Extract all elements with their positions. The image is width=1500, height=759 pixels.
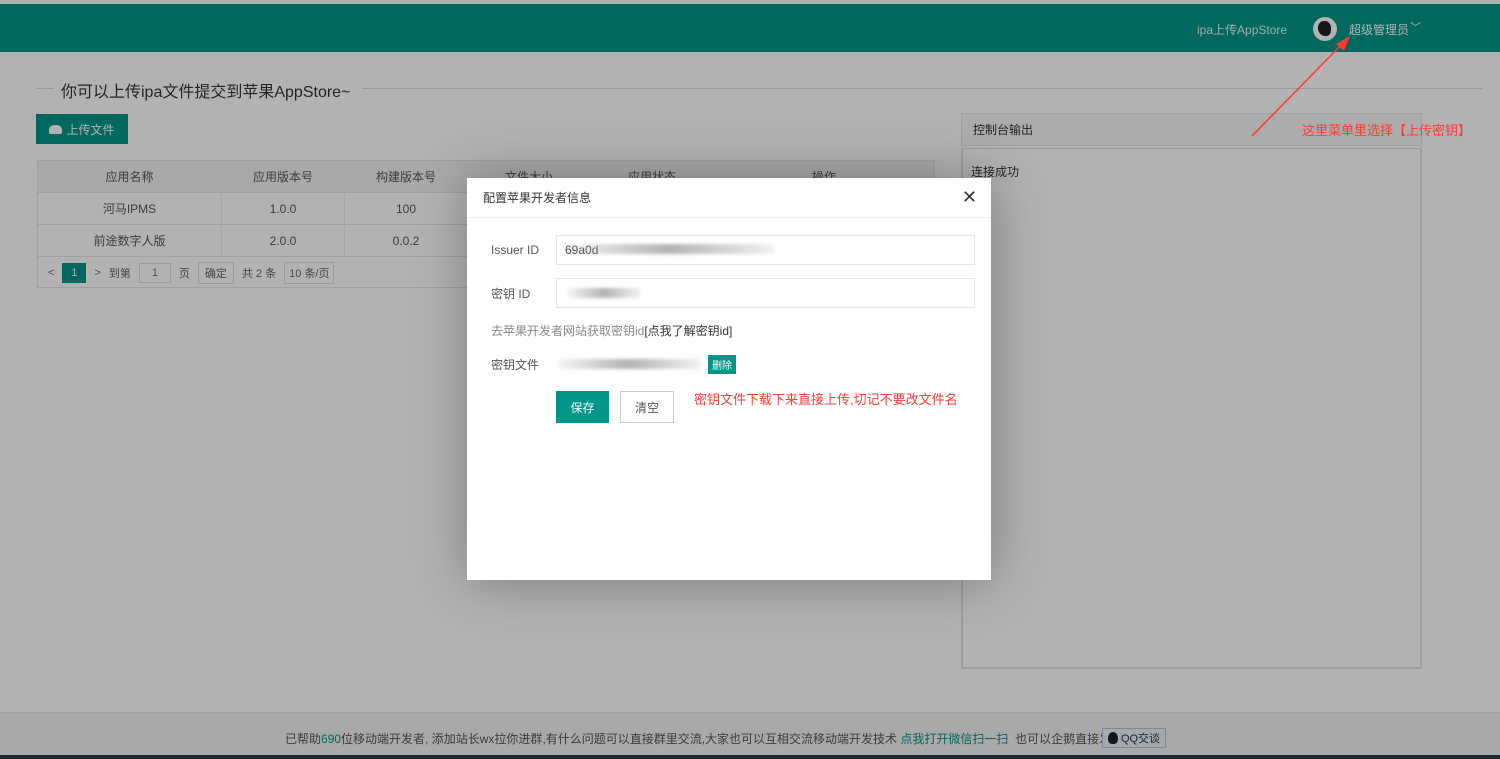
redaction-blur xyxy=(563,244,775,254)
key-id-hint-text: 去苹果开发者网站获取密钥id xyxy=(491,324,645,338)
key-file-label: 密钥文件 xyxy=(491,357,540,372)
key-id-help-link[interactable]: [点我了解密钥id] xyxy=(644,324,732,338)
key-id-row: 密钥 ID xyxy=(491,278,975,308)
key-id-label: 密钥 ID xyxy=(491,286,531,301)
save-button[interactable]: 保存 xyxy=(556,391,609,423)
delete-key-file-button[interactable]: 删除 xyxy=(708,354,736,374)
issuer-id-row: Issuer ID 69a0d xyxy=(491,235,975,265)
close-icon[interactable]: ✕ xyxy=(962,187,977,208)
developer-info-dialog: 配置苹果开发者信息 ✕ Issuer ID 69a0d 密钥 ID 去苹果开发者… xyxy=(467,178,991,580)
key-id-input[interactable] xyxy=(556,278,975,308)
issuer-id-input[interactable]: 69a0d xyxy=(556,235,975,265)
key-id-hint: 去苹果开发者网站获取密钥id[点我了解密钥id] xyxy=(491,322,732,339)
dialog-title: 配置苹果开发者信息 xyxy=(467,178,991,218)
issuer-id-label: Issuer ID xyxy=(491,243,540,257)
key-file-row: 密钥文件 删除 xyxy=(491,354,736,374)
key-file-name xyxy=(556,354,708,374)
redaction-blur xyxy=(556,359,701,369)
annotation-top: 这里菜单里选择【上传密钥】 xyxy=(1302,123,1472,138)
redaction-blur xyxy=(567,288,641,298)
annotation-modal: 密钥文件下载下来直接上传,切记不要改文件名 xyxy=(694,392,958,407)
clear-button[interactable]: 清空 xyxy=(620,391,674,423)
